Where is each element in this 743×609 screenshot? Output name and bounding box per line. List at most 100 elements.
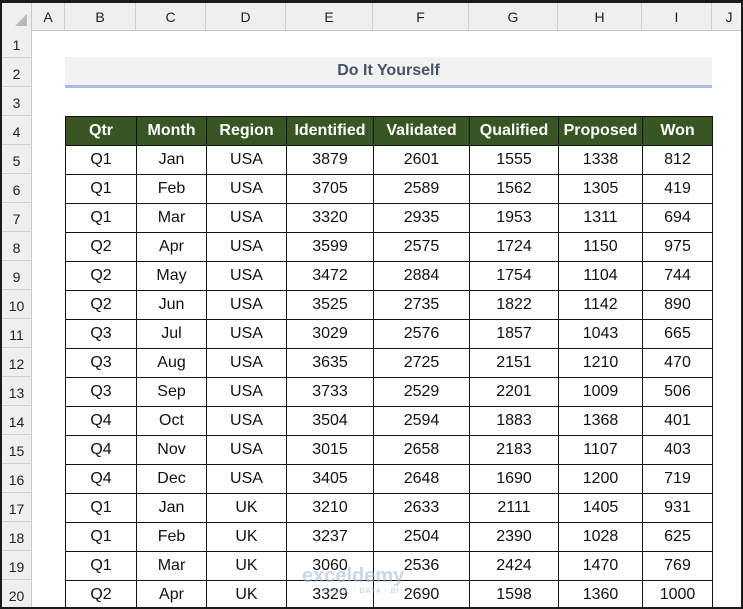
row-header-7[interactable]: 7 xyxy=(2,203,32,232)
cell-region[interactable]: UK xyxy=(206,580,287,607)
cell-qualified[interactable]: 1724 xyxy=(469,232,559,262)
row-header-5[interactable]: 5 xyxy=(2,145,32,174)
column-header-i[interactable]: I xyxy=(642,3,712,31)
cell-proposed[interactable]: 1150 xyxy=(558,232,643,262)
cell-region[interactable]: USA xyxy=(206,203,287,233)
cell-qualified[interactable]: 2201 xyxy=(469,377,559,407)
cell-won[interactable]: 665 xyxy=(642,319,713,349)
cell-month[interactable]: Jan xyxy=(136,145,207,175)
cell-proposed[interactable]: 1210 xyxy=(558,348,643,378)
cell-qtr[interactable]: Q2 xyxy=(65,290,137,320)
cell-validated[interactable]: 2633 xyxy=(373,493,470,523)
cell-qtr[interactable]: Q1 xyxy=(65,145,137,175)
cell-month[interactable]: May xyxy=(136,261,207,291)
cell-won[interactable]: 1000 xyxy=(642,580,713,607)
cell-qtr[interactable]: Q2 xyxy=(65,232,137,262)
cell-proposed[interactable]: 1470 xyxy=(558,551,643,581)
cell-qualified[interactable]: 1953 xyxy=(469,203,559,233)
cell-identified[interactable]: 3015 xyxy=(286,435,374,465)
cell-won[interactable]: 744 xyxy=(642,261,713,291)
cell-validated[interactable]: 2529 xyxy=(373,377,470,407)
cell-identified[interactable]: 3472 xyxy=(286,261,374,291)
cell-month[interactable]: Aug xyxy=(136,348,207,378)
cell-identified[interactable]: 3635 xyxy=(286,348,374,378)
cell-month[interactable]: Feb xyxy=(136,174,207,204)
cell-qualified[interactable]: 2424 xyxy=(469,551,559,581)
column-title-qtr[interactable]: Qtr xyxy=(65,116,137,146)
cell-won[interactable]: 625 xyxy=(642,522,713,552)
row-header-17[interactable]: 17 xyxy=(2,493,32,522)
row-header-8[interactable]: 8 xyxy=(2,232,32,261)
cell-qualified[interactable]: 1690 xyxy=(469,464,559,494)
column-title-region[interactable]: Region xyxy=(206,116,287,146)
column-title-validated[interactable]: Validated xyxy=(373,116,470,146)
cell-won[interactable]: 890 xyxy=(642,290,713,320)
cell-identified[interactable]: 3599 xyxy=(286,232,374,262)
row-header-4[interactable]: 4 xyxy=(2,116,32,145)
cell-qualified[interactable]: 1883 xyxy=(469,406,559,436)
row-header-13[interactable]: 13 xyxy=(2,377,32,406)
cell-region[interactable]: USA xyxy=(206,145,287,175)
row-header-9[interactable]: 9 xyxy=(2,261,32,290)
cell-proposed[interactable]: 1107 xyxy=(558,435,643,465)
row-header-19[interactable]: 19 xyxy=(2,551,32,580)
cell-proposed[interactable]: 1405 xyxy=(558,493,643,523)
cell-won[interactable]: 812 xyxy=(642,145,713,175)
cell-identified[interactable]: 3210 xyxy=(286,493,374,523)
cell-region[interactable]: USA xyxy=(206,406,287,436)
cell-validated[interactable]: 2935 xyxy=(373,203,470,233)
cell-won[interactable]: 769 xyxy=(642,551,713,581)
cell-won[interactable]: 470 xyxy=(642,348,713,378)
cell-proposed[interactable]: 1043 xyxy=(558,319,643,349)
cell-validated[interactable]: 2589 xyxy=(373,174,470,204)
cell-won[interactable]: 419 xyxy=(642,174,713,204)
cell-validated[interactable]: 2648 xyxy=(373,464,470,494)
row-header-11[interactable]: 11 xyxy=(2,319,32,348)
row-header-20[interactable]: 20 xyxy=(2,580,32,607)
row-header-15[interactable]: 15 xyxy=(2,435,32,464)
cell-qtr[interactable]: Q1 xyxy=(65,174,137,204)
cell-qtr[interactable]: Q1 xyxy=(65,493,137,523)
column-header-a[interactable]: A xyxy=(32,3,65,31)
cell-proposed[interactable]: 1338 xyxy=(558,145,643,175)
row-header-6[interactable]: 6 xyxy=(2,174,32,203)
cell-region[interactable]: USA xyxy=(206,261,287,291)
cell-proposed[interactable]: 1200 xyxy=(558,464,643,494)
column-header-e[interactable]: E xyxy=(286,3,373,31)
row-header-16[interactable]: 16 xyxy=(2,464,32,493)
cell-won[interactable]: 719 xyxy=(642,464,713,494)
cell-month[interactable]: Feb xyxy=(136,522,207,552)
cell-qualified[interactable]: 2111 xyxy=(469,493,559,523)
cell-region[interactable]: UK xyxy=(206,551,287,581)
cell-identified[interactable]: 3879 xyxy=(286,145,374,175)
cell-qtr[interactable]: Q3 xyxy=(65,348,137,378)
cell-won[interactable]: 506 xyxy=(642,377,713,407)
cell-month[interactable]: Sep xyxy=(136,377,207,407)
cell-proposed[interactable]: 1305 xyxy=(558,174,643,204)
cell-month[interactable]: Dec xyxy=(136,464,207,494)
cell-qtr[interactable]: Q1 xyxy=(65,551,137,581)
cell-proposed[interactable]: 1009 xyxy=(558,377,643,407)
row-header-1[interactable]: 1 xyxy=(2,29,32,58)
cell-qualified[interactable]: 2151 xyxy=(469,348,559,378)
cell-region[interactable]: USA xyxy=(206,174,287,204)
cell-qualified[interactable]: 1822 xyxy=(469,290,559,320)
cell-region[interactable]: USA xyxy=(206,319,287,349)
column-header-d[interactable]: D xyxy=(206,3,286,31)
cell-proposed[interactable]: 1368 xyxy=(558,406,643,436)
column-header-b[interactable]: B xyxy=(65,3,136,31)
cell-identified[interactable]: 3733 xyxy=(286,377,374,407)
cell-validated[interactable]: 2725 xyxy=(373,348,470,378)
column-title-proposed[interactable]: Proposed xyxy=(558,116,643,146)
column-title-qualified[interactable]: Qualified xyxy=(469,116,559,146)
cell-qtr[interactable]: Q2 xyxy=(65,580,137,607)
cell-qtr[interactable]: Q3 xyxy=(65,377,137,407)
cell-month[interactable]: Mar xyxy=(136,203,207,233)
cell-region[interactable]: USA xyxy=(206,348,287,378)
cell-region[interactable]: USA xyxy=(206,232,287,262)
column-header-h[interactable]: H xyxy=(558,3,642,31)
cell-qtr[interactable]: Q4 xyxy=(65,464,137,494)
cell-won[interactable]: 401 xyxy=(642,406,713,436)
row-header-14[interactable]: 14 xyxy=(2,406,32,435)
cell-won[interactable]: 694 xyxy=(642,203,713,233)
